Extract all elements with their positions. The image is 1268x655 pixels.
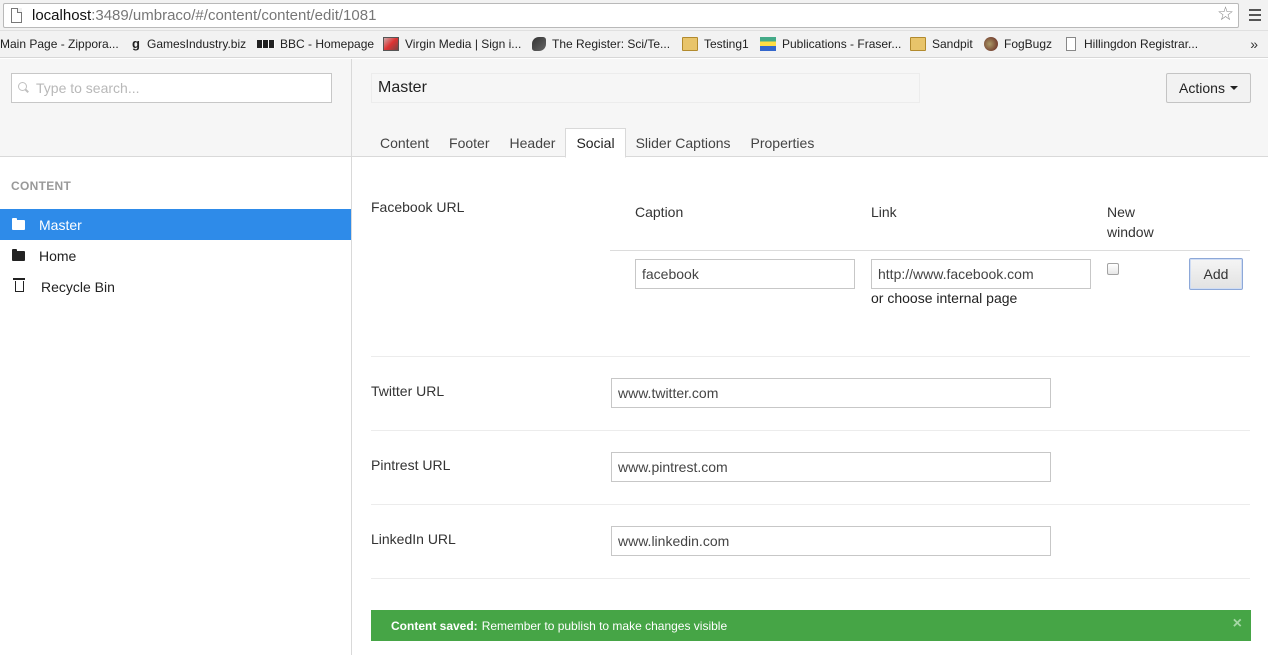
folder-icon [682,37,698,51]
search-icon [18,82,29,93]
virgin-media-icon [383,37,399,51]
new-window-header-line1: New [1107,204,1136,220]
field-divider [371,504,1250,505]
gi-icon: g [132,36,140,51]
bookmarks-bar: Main Page - Zippora... g GamesIndustry.bi… [0,31,1268,58]
bookmark-label: GamesIndustry.biz [147,37,247,51]
trash-icon [13,278,25,292]
linkedin-url-label: LinkedIn URL [371,531,456,547]
folder-icon [910,37,926,51]
search-box [11,73,332,103]
section-title: CONTENT [11,179,72,193]
tree-item-label: Master [39,216,82,233]
notification-message: Remember to publish to make changes visi… [481,618,728,633]
bookmark-label: Hillingdon Registrar... [1084,37,1199,51]
tree-item-label: Recycle Bin [41,278,115,295]
editor-header: Actions Content Footer Header Social Sli… [352,59,1268,158]
search-input[interactable] [36,78,326,98]
bookmark-item[interactable]: Hillingdon Registrar... [1066,35,1198,53]
actions-label: Actions [1179,80,1225,96]
bookmark-item[interactable]: Publications - Fraser... [760,35,901,53]
pintrest-url-label: Pintrest URL [371,457,451,473]
tree-item-master[interactable]: Master [0,209,351,240]
tree-item-recycle-bin[interactable]: Recycle Bin [0,271,351,302]
browser-menu-icon[interactable] [1249,9,1261,21]
more-bookmarks-button[interactable]: » [1250,36,1258,52]
tab-content[interactable]: Content [370,128,439,158]
tree-item-label: Home [39,247,77,264]
link-column-header: Link [871,204,897,220]
new-window-header-line2: window [1107,224,1154,240]
tab-footer[interactable]: Footer [439,128,499,158]
bookmark-item[interactable]: Main Page - Zippora... [0,35,119,53]
register-icon [532,37,546,51]
facebook-link-input[interactable] [871,259,1091,289]
bookmark-label: FogBugz [1004,37,1053,51]
facebook-caption-input[interactable] [635,259,855,289]
bookmark-item[interactable]: Virgin Media | Sign i... [383,35,521,53]
browser-toolbar: localhost:3489/umbraco/#/content/content… [0,0,1268,31]
bookmark-label: Publications - Fraser... [782,37,902,51]
bookmark-item[interactable]: BBC - Homepage [257,35,374,53]
caption-column-header: Caption [635,204,684,220]
field-divider [371,356,1250,357]
url-path: :3489/umbraco/#/content/content/edit/108… [91,7,377,24]
bbc-icon [257,40,275,48]
editor-panel: Actions Content Footer Header Social Sli… [352,59,1268,655]
close-icon[interactable]: × [1233,615,1242,633]
bookmark-label: Virgin Media | Sign i... [405,37,522,51]
tree-item-home[interactable]: Home [0,240,351,271]
url-text[interactable]: localhost:3489/umbraco/#/content/content… [32,7,376,24]
bookmark-label: Testing1 [704,37,749,51]
umbraco-app: CONTENT Master Home Recycle Bin Actions … [0,59,1268,655]
bookmark-item[interactable]: Sandpit [910,35,973,53]
tab-header[interactable]: Header [500,128,566,158]
field-divider [371,430,1250,431]
bookmark-star-icon[interactable]: ☆ [1217,5,1234,25]
bookmark-item[interactable]: The Register: Sci/Te... [532,35,670,53]
bookmark-item[interactable]: Testing1 [682,35,749,53]
new-window-column-header: New window [1107,202,1154,242]
bookmark-item[interactable]: FogBugz [984,35,1052,53]
twitter-url-input[interactable] [611,378,1051,408]
url-host: localhost [32,7,92,24]
bookmark-label: The Register: Sci/Te... [552,37,671,51]
fogbugz-icon [984,37,998,51]
caret-down-icon [1229,86,1238,90]
field-divider [371,578,1250,579]
sidebar: CONTENT Master Home Recycle Bin [0,59,352,655]
bookmark-item[interactable]: g GamesIndustry.biz [129,35,246,53]
bookmark-label: Main Page - Zippora... [0,37,119,51]
choose-internal-page-link[interactable]: or choose internal page [871,290,1017,306]
facebook-url-label: Facebook URL [371,199,465,215]
publications-icon [760,37,776,51]
table-divider [610,250,1250,251]
node-name-input[interactable] [371,73,920,103]
success-notification: Content saved: Remember to publish to ma… [371,610,1251,641]
notification-title: Content saved: [391,618,478,633]
page-icon [1066,37,1076,51]
page-icon [11,8,22,23]
address-bar[interactable]: localhost:3489/umbraco/#/content/content… [3,3,1239,28]
pintrest-url-input[interactable] [611,452,1051,482]
actions-button[interactable]: Actions [1166,73,1251,103]
bookmark-label: Sandpit [932,37,973,51]
folder-icon [12,217,25,230]
add-button[interactable]: Add [1189,258,1243,290]
content-tree: Master Home Recycle Bin [0,209,351,302]
tab-slider-captions[interactable]: Slider Captions [626,128,741,158]
tab-bar: Content Footer Header Social Slider Capt… [370,128,824,158]
tab-properties[interactable]: Properties [741,128,825,158]
twitter-url-label: Twitter URL [371,383,445,399]
new-window-checkbox[interactable] [1107,263,1119,275]
folder-icon [12,248,25,261]
tab-social[interactable]: Social [565,128,626,158]
bookmark-label: BBC - Homepage [280,37,375,51]
search-area [0,59,351,157]
linkedin-url-input[interactable] [611,526,1051,556]
